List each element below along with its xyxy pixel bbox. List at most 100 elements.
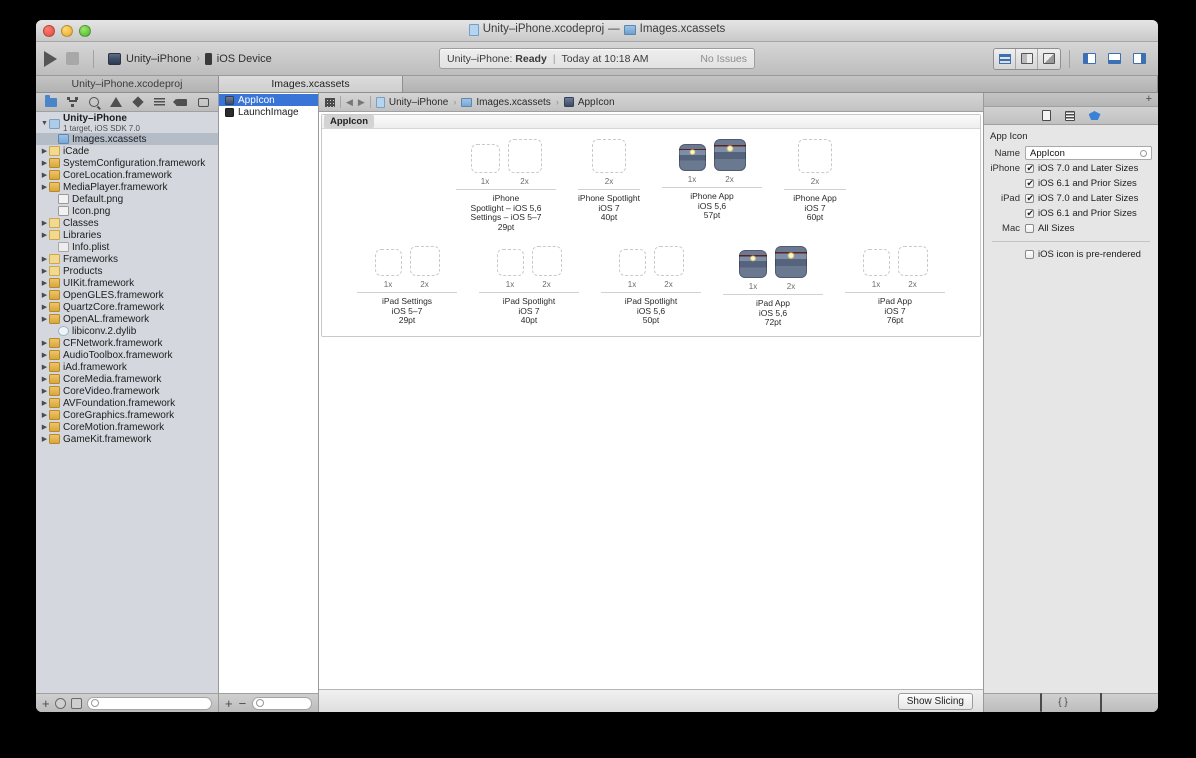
tab-xcassets[interactable]: Images.xcassets [219, 76, 403, 92]
breadcrumb-xcassets[interactable]: Images.xcassets [461, 97, 551, 108]
test-navigator-button[interactable] [130, 95, 146, 109]
disclosure-triangle-icon[interactable] [40, 387, 49, 395]
project-navigator-button[interactable] [43, 94, 59, 109]
disclosure-triangle-icon[interactable] [40, 411, 49, 419]
source-control-filter-button[interactable] [70, 697, 82, 709]
assistant-editor-button[interactable] [1016, 48, 1038, 69]
tree-row[interactable]: UIKit.framework [36, 277, 218, 289]
tree-row[interactable]: Classes [36, 217, 218, 229]
disclosure-triangle-icon[interactable] [40, 255, 49, 263]
attributes-inspector-tab[interactable] [1088, 111, 1101, 120]
icon-image-well-filled[interactable] [775, 246, 807, 278]
file-inspector-tab[interactable] [1041, 110, 1051, 121]
project-navigator-tree[interactable]: Unity–iPhone 1 target, iOS SDK 7.0 Image… [36, 112, 218, 693]
asset-list-item[interactable]: LaunchImage [219, 106, 318, 118]
tab-empty[interactable] [403, 76, 1158, 92]
inspector-checkbox-group[interactable]: iOS 6.1 and Prior Sizes [1025, 178, 1137, 189]
icon-slot[interactable]: 2x [897, 246, 928, 289]
tree-row[interactable]: Images.xcassets [36, 133, 218, 145]
asset-item-list[interactable]: AppIcon LaunchImage [219, 93, 318, 693]
icon-slot[interactable]: 2x [592, 139, 626, 186]
source-control-navigator-button[interactable] [65, 95, 81, 109]
disclosure-triangle-icon[interactable] [40, 339, 49, 347]
icon-image-well-empty[interactable] [409, 246, 440, 276]
inspector-checkbox-group[interactable]: iOS 7.0 and Later Sizes [1025, 193, 1138, 204]
tree-row[interactable]: CoreLocation.framework [36, 169, 218, 181]
standard-editor-button[interactable] [994, 48, 1016, 69]
navigator-filter-input[interactable] [86, 696, 212, 710]
icon-slot[interactable]: 2x [409, 246, 440, 289]
disclosure-triangle-icon[interactable] [40, 267, 49, 275]
breadcrumb-appicon[interactable]: AppIcon [563, 97, 615, 108]
disclosure-triangle-icon[interactable] [40, 120, 49, 127]
tree-row[interactable]: GameKit.framework [36, 433, 218, 445]
add-file-button[interactable]: + [42, 697, 50, 710]
breadcrumb-project[interactable]: Unity–iPhone [375, 96, 448, 108]
tree-row[interactable]: CoreMedia.framework [36, 373, 218, 385]
tree-row[interactable]: CoreVideo.framework [36, 385, 218, 397]
disclosure-triangle-icon[interactable] [40, 315, 49, 323]
tree-row[interactable]: Libraries [36, 229, 218, 241]
disclosure-triangle-icon[interactable] [40, 219, 49, 227]
size-checkbox[interactable] [1025, 224, 1034, 233]
clear-icon[interactable] [1140, 149, 1147, 157]
icon-image-well-filled[interactable] [678, 144, 706, 171]
remove-asset-button[interactable]: − [239, 697, 247, 710]
debug-navigator-button[interactable] [152, 95, 168, 109]
tree-row[interactable]: Products [36, 265, 218, 277]
tree-row[interactable]: Icon.png [36, 205, 218, 217]
tree-row[interactable]: CoreGraphics.framework [36, 409, 218, 421]
size-checkbox[interactable] [1025, 208, 1034, 219]
utilities-toggle-button[interactable] [1128, 49, 1150, 69]
disclosure-triangle-icon[interactable] [40, 363, 49, 371]
asset-list-item[interactable]: AppIcon [219, 94, 318, 106]
disclosure-triangle-icon[interactable] [40, 399, 49, 407]
tree-row[interactable]: iAd.framework [36, 361, 218, 373]
quick-help-tab[interactable] [1064, 110, 1075, 121]
version-editor-button[interactable] [1038, 48, 1060, 69]
appicon-name-input[interactable]: AppIcon [1025, 146, 1152, 160]
recent-files-filter-button[interactable] [54, 697, 66, 709]
icon-slot[interactable]: 2x [507, 139, 542, 186]
disclosure-triangle-icon[interactable] [40, 159, 49, 167]
stop-button[interactable] [66, 52, 79, 65]
tree-row[interactable]: libiconv.2.dylib [36, 325, 218, 337]
icon-slot[interactable]: 1x [618, 249, 646, 289]
icon-slot[interactable]: 1x [374, 249, 402, 289]
icon-image-well-empty[interactable] [374, 249, 402, 276]
disclosure-triangle-icon[interactable] [40, 375, 49, 383]
media-library-button[interactable] [1099, 693, 1102, 712]
tree-row[interactable]: Frameworks [36, 253, 218, 265]
icon-slot[interactable]: 1x [678, 144, 706, 184]
run-button[interactable] [44, 50, 57, 67]
icon-image-well-empty[interactable] [798, 139, 832, 173]
navigator-toggle-button[interactable] [1078, 49, 1100, 69]
icon-image-well-empty[interactable] [862, 249, 890, 276]
disclosure-triangle-icon[interactable] [40, 183, 49, 191]
find-navigator-button[interactable] [86, 95, 102, 109]
icon-image-well-empty[interactable] [531, 246, 562, 276]
tree-row[interactable]: SystemConfiguration.framework [36, 157, 218, 169]
add-asset-button[interactable]: + [225, 697, 233, 710]
forward-button[interactable]: ▶ [358, 97, 365, 108]
icon-slot[interactable]: 1x [862, 249, 890, 289]
breakpoint-navigator-button[interactable] [172, 95, 189, 109]
icon-image-well-empty[interactable] [470, 144, 500, 173]
disclosure-triangle-icon[interactable] [40, 291, 49, 299]
log-navigator-button[interactable] [195, 95, 211, 109]
tree-row[interactable]: CoreMotion.framework [36, 421, 218, 433]
tree-row-project[interactable]: Unity–iPhone 1 target, iOS SDK 7.0 [36, 114, 218, 133]
tree-row[interactable]: OpenAL.framework [36, 313, 218, 325]
disclosure-triangle-icon[interactable] [40, 147, 49, 155]
back-button[interactable]: ◀ [346, 97, 353, 108]
issue-navigator-button[interactable] [108, 95, 124, 109]
tree-row[interactable]: OpenGLES.framework [36, 289, 218, 301]
icon-slot[interactable]: 1x [496, 249, 524, 289]
inspector-add-button[interactable]: + [1146, 94, 1152, 105]
asset-filter-input[interactable] [252, 696, 312, 710]
code-snippet-library-button[interactable]: { } [1058, 698, 1067, 708]
inspector-checkbox-group[interactable]: iOS 7.0 and Later Sizes [1025, 163, 1138, 174]
icon-slot[interactable]: 2x [653, 246, 684, 289]
tree-row[interactable]: Info.plist [36, 241, 218, 253]
size-checkbox[interactable] [1025, 178, 1034, 189]
